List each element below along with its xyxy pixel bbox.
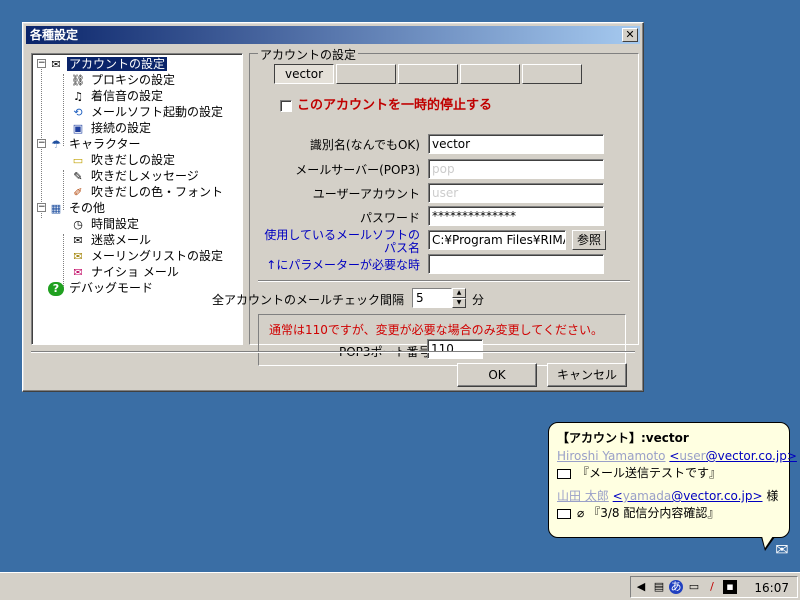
dialog-title: 各種設定	[30, 28, 79, 42]
server-field[interactable]: pop	[428, 159, 604, 179]
server-label: メールサーバー(POP3)	[295, 163, 420, 177]
ok-button[interactable]: OK	[457, 363, 537, 387]
mail-icon	[557, 468, 571, 479]
param-label: ↑にパラメーターが必要な時	[266, 258, 420, 272]
balloon-title: 【アカウント】:vector	[557, 431, 689, 445]
account-tab-3[interactable]	[398, 64, 458, 84]
taskbar-clock[interactable]: 16:07	[754, 580, 789, 596]
collapse-icon[interactable]: −	[37, 139, 46, 148]
attachment-icon: ⌀	[577, 506, 585, 520]
balloon-color-icon: ✐	[73, 185, 83, 199]
account-tab-1[interactable]: vector	[274, 64, 334, 84]
mailsoft-label-2: パス名	[383, 241, 420, 255]
port-group: 通常は110ですが、変更が必要な場合のみ変更してください。 POP3ポート番号 …	[258, 314, 626, 366]
tree-item-proxy[interactable]: ⛓ プロキシの設定	[70, 72, 177, 88]
tree-item-character[interactable]: ☂ キャラクター	[48, 136, 143, 152]
keyboard-icon[interactable]: ▭	[687, 580, 701, 594]
help-icon: ?	[48, 281, 64, 296]
mail1-sender[interactable]: Hiroshi Yamamoto <user@vector.co.jp> 様	[557, 448, 797, 465]
tree-item-balloon[interactable]: ▭ 吹きだしの設定	[70, 152, 177, 168]
mailing-list-icon: ✉	[73, 249, 83, 263]
character-icon: ☂	[51, 137, 61, 151]
sound-icon: ♫	[73, 89, 83, 103]
interval-unit: 分	[472, 293, 485, 307]
tree-item-mailing-list[interactable]: ✉ メーリングリストの設定	[70, 248, 225, 264]
bottom-separator	[31, 351, 635, 353]
dialog-titlebar[interactable]: 各種設定 ✕	[26, 26, 640, 44]
password-field[interactable]: **************	[428, 206, 604, 226]
system-tray: ◀ ▤ あ ▭ / ▪ 16:07	[630, 576, 798, 598]
tree-item-sound[interactable]: ♫ 着信音の設定	[70, 88, 165, 104]
param-field[interactable]	[428, 254, 604, 274]
tree-item-mail-software[interactable]: ⟲ メールソフト起動の設定	[70, 104, 225, 120]
connection-icon: ▣	[72, 121, 84, 135]
close-button[interactable]: ✕	[622, 28, 638, 42]
account-tab-4[interactable]	[460, 64, 520, 84]
mail-icon	[557, 508, 571, 519]
group-title: アカウントの設定	[258, 46, 359, 63]
tree-item-time[interactable]: ◷ 時間設定	[70, 216, 141, 232]
mail-checker-app-icon[interactable]: ✉	[768, 540, 796, 564]
tree-item-spam[interactable]: ✉ 迷惑メール	[70, 232, 153, 248]
interval-stepper[interactable]: ▲ ▼	[452, 288, 466, 308]
calendar-icon[interactable]: ▪	[723, 580, 737, 594]
account-tab-2[interactable]	[336, 64, 396, 84]
tree-item-connection[interactable]: ▣ 接続の設定	[70, 120, 153, 136]
balloon-icon: ▭	[72, 153, 84, 167]
name-field[interactable]: vector	[428, 134, 604, 154]
balloon-message-icon: ✎	[73, 169, 83, 183]
clock-icon: ◷	[73, 217, 83, 231]
port-note: 通常は110ですが、変更が必要な場合のみ変更してください。	[269, 323, 603, 337]
collapse-icon[interactable]: −	[37, 203, 46, 212]
account-tab-5[interactable]	[522, 64, 582, 84]
cancel-button[interactable]: キャンセル	[547, 363, 627, 387]
pen-icon[interactable]: /	[705, 580, 719, 594]
browse-button[interactable]: 参照	[572, 230, 606, 250]
tree-item-balloon-color[interactable]: ✐ 吹きだしの色・フォント	[70, 184, 225, 200]
secret-mail-icon: ✉	[73, 265, 83, 279]
interval-label: 全アカウントのメールチェック間隔	[211, 293, 404, 307]
mailsoft-path-field[interactable]: C:¥Program Files¥RIMArts	[428, 230, 566, 250]
tree-item-account[interactable]: ✉ アカウントの設定	[48, 56, 168, 72]
ime-icon[interactable]: あ	[669, 580, 683, 594]
port-field[interactable]: 110	[427, 339, 483, 359]
mail2-sender[interactable]: 山田 太郎 <yamada@vector.co.jp> 様	[557, 488, 781, 505]
account-settings-group: アカウントの設定 vector このアカウントを一時的停止する 識別名(なんでも…	[212, 46, 639, 366]
mail2-subject[interactable]: ⌀ 『3/8 配信分内容確認』	[557, 505, 781, 522]
volume-icon[interactable]: ◀	[634, 580, 648, 594]
user-field[interactable]: user	[428, 183, 604, 203]
tree-item-debug[interactable]: ? デバッグモード	[48, 280, 155, 296]
mail-account-icon: ✉	[51, 57, 61, 71]
password-label: パスワード	[359, 211, 420, 225]
settings-dialog: 各種設定 ✕ − − − ✉ アカウントの設定 ⛓ プロキシの設定 ♫ 着信音の設定 …	[22, 22, 644, 392]
spin-up-icon[interactable]: ▲	[452, 288, 466, 298]
proxy-icon: ⛓	[71, 73, 85, 87]
other-icon: ▦	[50, 201, 62, 215]
user-label: ユーザーアカウント	[312, 187, 420, 201]
interval-input[interactable]: 5	[412, 288, 452, 308]
mail1-subject[interactable]: 『メール送信テストです』	[557, 465, 781, 482]
network-icon[interactable]: ▤	[652, 580, 666, 594]
pause-account-checkbox[interactable]: このアカウントを一時的停止する	[280, 94, 492, 113]
spam-mail-icon: ✉	[73, 233, 83, 247]
name-label: 識別名(なんでもOK)	[309, 138, 420, 152]
tree-item-balloon-message[interactable]: ✎ 吹きだしメッセージ	[70, 168, 201, 184]
taskbar: ◀ ▤ あ ▭ / ▪ 16:07	[0, 572, 800, 600]
collapse-icon[interactable]: −	[37, 59, 46, 68]
mail-software-icon: ⟲	[73, 105, 83, 119]
checkbox-box[interactable]	[280, 99, 292, 112]
mail-notification-balloon[interactable]: 【アカウント】:vector Hiroshi Yamamoto <user@ve…	[548, 422, 797, 551]
spin-down-icon[interactable]: ▼	[452, 298, 466, 308]
separator	[258, 280, 630, 282]
tree-item-other[interactable]: ▦ その他	[48, 200, 107, 216]
tree-item-secret-mail[interactable]: ✉ ナイショ メール	[70, 264, 181, 280]
